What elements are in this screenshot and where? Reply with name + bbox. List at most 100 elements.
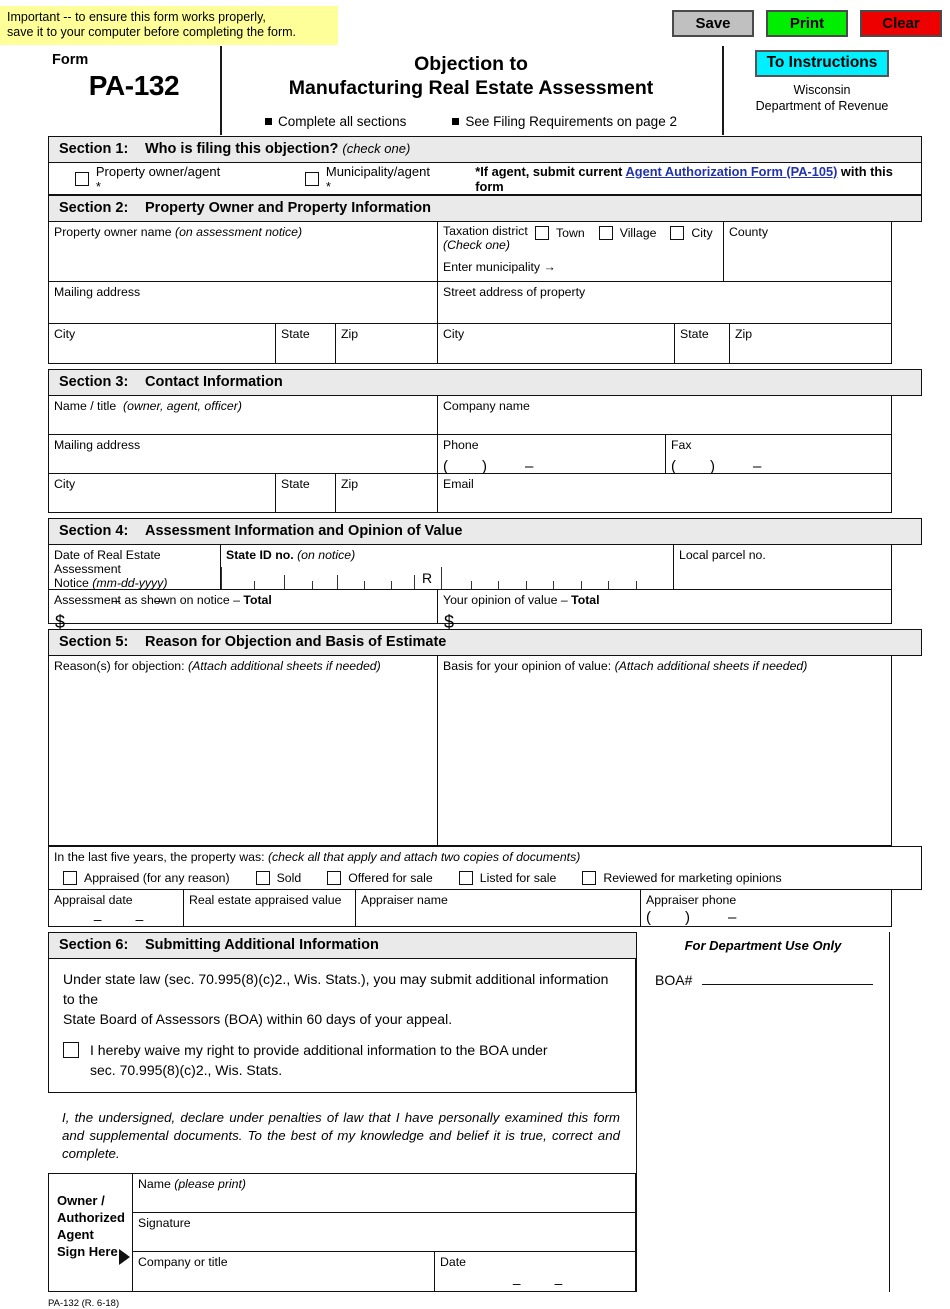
print-button[interactable]: Print: [766, 10, 848, 37]
field-property-city[interactable]: City: [437, 324, 674, 364]
field-label: Mailing address: [54, 285, 141, 299]
clear-button[interactable]: Clear: [860, 10, 942, 37]
checkbox-village[interactable]: Village: [598, 226, 656, 240]
field-owner-zip[interactable]: Zip: [335, 324, 437, 364]
agent-authorization-link[interactable]: Agent Authorization Form (PA-105): [626, 164, 838, 179]
field-assessment-total[interactable]: Assessment as shown on notice – Total $: [48, 590, 437, 632]
checkbox-waive-right[interactable]: I hereby waive my right to provide addit…: [63, 1040, 621, 1080]
sign-here-line-2: Authorized: [57, 1210, 125, 1225]
checkbox-icon[interactable]: [63, 1042, 79, 1058]
checkbox-town[interactable]: Town: [535, 226, 585, 240]
field-signature-date[interactable]: Date – –: [435, 1252, 635, 1291]
signature-date-template: – –: [512, 1275, 563, 1291]
taxation-district-inner: Taxation district (Check one) Town Villa…: [443, 224, 723, 252]
field-contact-zip[interactable]: Zip: [335, 474, 437, 513]
section-5-appraisal-row: Appraisal date – – Real estate appraised …: [48, 890, 922, 927]
declaration-text: I, the undersigned, declare under penalt…: [48, 1093, 636, 1173]
field-label: Company name: [443, 399, 530, 413]
agency-line-1: Wisconsin: [793, 83, 851, 97]
field-email[interactable]: Email: [437, 474, 892, 513]
field-contact-mailing-address[interactable]: Mailing address: [48, 435, 437, 474]
field-assessment-notice-date[interactable]: Date of Real Estate Assessment Notice (m…: [48, 545, 220, 608]
taxation-district-checkboxes: Town Village City: [535, 225, 713, 240]
field-contact-city[interactable]: City: [48, 474, 275, 513]
field-signature[interactable]: Signature: [133, 1213, 635, 1252]
field-company-name[interactable]: Company name: [437, 396, 892, 435]
field-reasons-for-objection[interactable]: Reason(s) for objection: (Attach additio…: [48, 656, 437, 846]
field-appraiser-phone[interactable]: Appraiser phone () –: [640, 890, 892, 927]
checkbox-municipality-agent[interactable]: Municipality/agent *: [304, 163, 438, 194]
field-property-state[interactable]: State: [674, 324, 729, 364]
agency-line-2: Department of Revenue: [755, 98, 889, 113]
checkbox-property-owner-agent[interactable]: Property owner/agent *: [75, 164, 228, 194]
field-fax[interactable]: Fax () –: [665, 435, 892, 475]
agency-block: To Instructions Wisconsin Department of …: [724, 50, 920, 114]
field-basis-for-opinion[interactable]: Basis for your opinion of value: (Attach…: [437, 656, 892, 846]
checkbox-icon[interactable]: [535, 226, 549, 240]
save-button[interactable]: Save: [672, 10, 754, 37]
field-phone[interactable]: Phone () –: [437, 435, 665, 475]
field-state-id-number[interactable]: State ID no. (on notice) R: [220, 545, 673, 590]
field-street-address-of-property[interactable]: Street address of property: [437, 282, 892, 324]
field-label: City: [54, 477, 76, 491]
checkbox-icon[interactable]: [327, 871, 342, 885]
field-label-bold: Total: [571, 593, 600, 607]
field-contact-name-title[interactable]: Name / title (owner, agent, officer): [48, 396, 437, 435]
field-appraisal-date[interactable]: Appraisal date – –: [48, 890, 183, 927]
checkbox-icon[interactable]: [598, 226, 613, 240]
field-property-owner-name[interactable]: Property owner name (on assessment notic…: [48, 222, 437, 282]
checkbox-city[interactable]: City: [670, 226, 713, 240]
checkbox-icon[interactable]: [304, 171, 319, 186]
checkbox-icon[interactable]: [255, 871, 270, 885]
field-label: Reason(s) for objection:: [54, 659, 185, 673]
field-contact-state[interactable]: State: [275, 474, 335, 513]
sign-here-line-1: Owner /: [57, 1193, 105, 1208]
form-word-label: Form: [52, 52, 89, 68]
square-bullet-icon: [265, 118, 273, 125]
checkbox-offered-for-sale-label: Offered for sale: [348, 871, 433, 885]
field-owner-state[interactable]: State: [275, 324, 335, 364]
checkbox-sold[interactable]: Sold: [255, 871, 301, 885]
field-owner-city[interactable]: City: [48, 324, 275, 364]
checkbox-offered-for-sale[interactable]: Offered for sale: [327, 871, 433, 885]
checkbox-icon[interactable]: [63, 871, 77, 885]
page-title-line1: Objection to: [414, 53, 528, 75]
field-label: Signature: [138, 1216, 191, 1230]
section-5-number: Section 5:: [59, 634, 129, 650]
checkbox-icon[interactable]: [458, 871, 473, 885]
field-real-estate-appraised-value[interactable]: Real estate appraised value: [183, 890, 355, 927]
field-opinion-of-value-total[interactable]: Your opinion of value – Total $: [437, 590, 892, 632]
field-signer-name[interactable]: Name (please print): [133, 1174, 635, 1213]
field-county[interactable]: County: [723, 222, 892, 282]
field-appraiser-name[interactable]: Appraiser name: [355, 890, 640, 927]
state-id-r-marker: R: [422, 570, 433, 586]
section-6-left-column: Section 6: Submitting Additional Informa…: [48, 932, 636, 1292]
checkbox-city-label: City: [691, 226, 713, 240]
field-owner-mailing-address[interactable]: Mailing address: [48, 282, 437, 324]
to-instructions-button[interactable]: To Instructions: [754, 50, 890, 77]
boa-input-line[interactable]: [702, 969, 873, 985]
field-local-parcel-number[interactable]: Local parcel no.: [673, 545, 892, 590]
section-4-header: Section 4: Assessment Information and Op…: [48, 518, 922, 545]
checkbox-appraised[interactable]: Appraised (for any reason): [63, 871, 230, 885]
field-label-note: (please print): [174, 1177, 246, 1191]
checkbox-listed-for-sale[interactable]: Listed for sale: [458, 871, 556, 885]
field-boa-number[interactable]: BOA#: [637, 953, 889, 988]
field-company-or-title[interactable]: Company or title: [133, 1252, 435, 1291]
field-label-bold: Total: [243, 593, 272, 607]
checkbox-reviewed-marketing[interactable]: Reviewed for marketing opinions: [582, 871, 782, 885]
section-2-row-2: Mailing address Street address of proper…: [48, 282, 922, 324]
field-label: Real estate appraised value: [189, 893, 342, 907]
bullet-filing-requirements: See Filing Requirements on page 2: [452, 114, 677, 129]
section-5-header: Section 5: Reason for Objection and Basi…: [48, 629, 922, 656]
checkbox-municipality-agent-label: Municipality/agent *: [325, 163, 430, 194]
checkbox-icon[interactable]: [670, 226, 685, 240]
field-taxation-district[interactable]: Taxation district (Check one) Town Villa…: [437, 222, 723, 282]
waive-text: I hereby waive my right to provide addit…: [90, 1040, 548, 1080]
appraisal-date-template: – –: [93, 911, 144, 927]
checkbox-icon[interactable]: [75, 171, 89, 186]
waive-line-2: sec. 70.995(8)(c)2., Wis. Stats.: [90, 1062, 283, 1078]
field-label: Name / title: [54, 399, 117, 413]
field-property-zip[interactable]: Zip: [729, 324, 892, 364]
checkbox-icon[interactable]: [582, 871, 597, 885]
